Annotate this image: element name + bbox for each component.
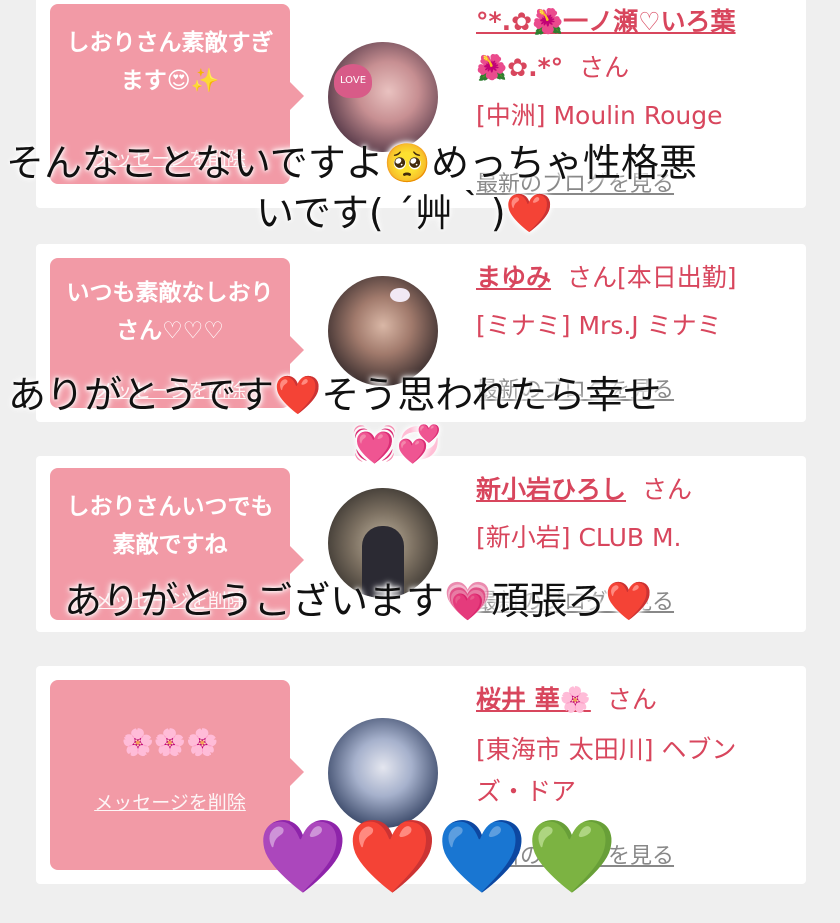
san-label: さん	[606, 685, 657, 714]
message-text: しおりさん素敵すぎます😍✨	[66, 30, 274, 94]
avatar[interactable]: LOVE	[328, 42, 438, 152]
sender-name-link[interactable]: まゆみ	[476, 263, 551, 292]
sender-name-row-2: 🌺✿.*° さん	[476, 46, 792, 90]
sender-name-link[interactable]: °*.✿🌺一ノ瀬♡いろ葉	[476, 7, 736, 36]
overlay-caption: そんなことないですよ🥺めっちゃ性格悪	[6, 141, 698, 185]
avatar[interactable]	[328, 276, 438, 386]
san-label: さん[本日出勤]	[567, 263, 737, 292]
avatar[interactable]	[328, 718, 438, 828]
overlay-caption: ありがとうございます💗頑張ろ❤️	[64, 579, 653, 623]
sender-name-row: 新小岩ひろし さん	[476, 468, 792, 512]
sender-name-link[interactable]: 桜井 華🌸	[476, 685, 591, 714]
sender-name-row: 桜井 華🌸 さん	[476, 678, 792, 722]
sender-name-link-cont[interactable]: 🌺✿.*°	[476, 53, 563, 82]
love-sticker-icon: LOVE	[334, 64, 372, 98]
message-text: 🌸🌸🌸	[121, 728, 219, 758]
sender-name-row: まゆみ さん[本日出勤]	[476, 256, 792, 300]
shop-label: [中洲] Moulin Rouge	[476, 101, 723, 130]
san-label: さん	[579, 53, 630, 82]
shop-label: [東海市 太田川] ヘブン	[476, 735, 737, 764]
shop-label-cont: ズ・ドア	[476, 777, 577, 806]
shop-label: [新小岩] CLUB M.	[476, 523, 682, 552]
san-label: さん	[642, 475, 693, 504]
overlay-caption: ありがとうです❤️そう思われたら幸せ	[8, 373, 662, 417]
delete-message-link[interactable]: メッセージを削除	[50, 788, 290, 815]
butterfly-sticker-icon	[390, 288, 410, 302]
message-text: しおりさんいつでも素敵ですね	[66, 494, 274, 558]
overlay-caption: いです( ´艸｀)❤️	[256, 191, 553, 235]
overlay-hearts-small: 💓💞	[352, 424, 442, 465]
shop-label: [ミナミ] Mrs.J ミナミ	[476, 311, 722, 340]
message-bubble: 🌸🌸🌸 メッセージを削除	[50, 680, 304, 870]
message-text: いつも素敵なしおりさん♡♡♡	[66, 280, 274, 344]
sender-name-link[interactable]: 新小岩ひろし	[476, 475, 626, 504]
heart-emoji-row: 💜❤️💙💚	[258, 814, 617, 898]
sender-name-row: °*.✿🌺一ノ瀬♡いろ葉	[476, 0, 792, 44]
